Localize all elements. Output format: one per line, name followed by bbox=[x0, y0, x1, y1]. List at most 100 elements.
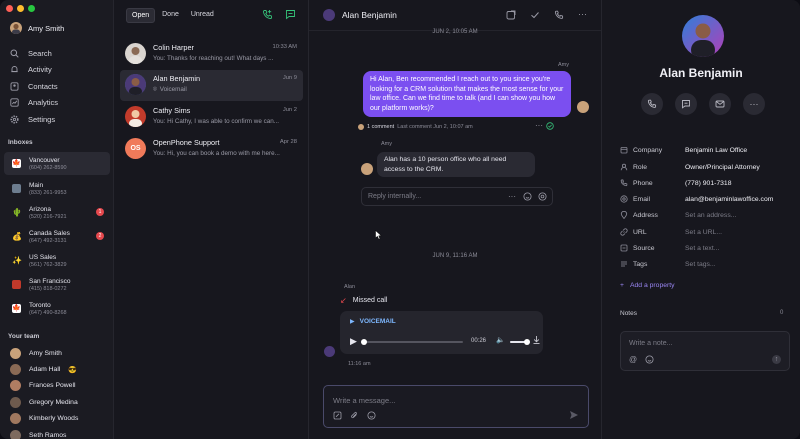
team-member[interactable]: Seth Ramos bbox=[10, 430, 66, 439]
field-email[interactable]: Email alan@benjaminlawoffice.com bbox=[620, 195, 773, 203]
emoji-icon[interactable] bbox=[367, 411, 376, 420]
inbox-phone: (647) 490-8268 bbox=[29, 309, 67, 316]
share-icon[interactable] bbox=[506, 10, 516, 20]
play-button[interactable]: ▶ bbox=[350, 336, 357, 347]
status-emoji: 😎 bbox=[68, 366, 78, 374]
paperclip-icon[interactable] bbox=[350, 411, 359, 420]
field-url[interactable]: URL Set a URL... bbox=[620, 228, 722, 236]
field-role[interactable]: Role Owner/Principal Attorney bbox=[620, 163, 760, 171]
nav-item-activity[interactable]: Activity bbox=[10, 62, 58, 79]
field-value[interactable]: Benjamin Law Office bbox=[685, 147, 747, 154]
comment-summary[interactable]: 1 comment Last comment Jun 2, 10:07 am bbox=[358, 124, 473, 130]
note-input[interactable]: Write a note... bbox=[629, 340, 672, 347]
field-value[interactable]: alan@benjaminlawoffice.com bbox=[685, 196, 773, 203]
call-button[interactable] bbox=[641, 93, 663, 115]
more-icon[interactable]: ··· bbox=[535, 121, 543, 130]
field-source[interactable]: Source Set a text... bbox=[620, 244, 719, 252]
checkmark-icon[interactable] bbox=[530, 10, 540, 20]
tab-open[interactable]: Open bbox=[126, 8, 156, 23]
volume-icon[interactable]: 🔈 bbox=[496, 336, 505, 344]
nav-item-settings[interactable]: Settings bbox=[10, 111, 58, 128]
note-composer[interactable]: Write a note... @ ↑ bbox=[620, 331, 790, 371]
emoji-icon[interactable] bbox=[523, 192, 532, 201]
message-button[interactable] bbox=[675, 93, 697, 115]
bell-icon bbox=[10, 65, 19, 74]
send-icon[interactable] bbox=[569, 410, 579, 420]
inbox-arizona[interactable]: 🌵 Arizona (520) 216-7921 1 bbox=[4, 201, 110, 224]
team-member[interactable]: Amy Smith bbox=[10, 348, 62, 359]
field-address[interactable]: Address Set an address... bbox=[620, 211, 736, 219]
maximize-window-button[interactable] bbox=[28, 5, 35, 12]
unread-badge: 2 bbox=[96, 232, 104, 240]
conversation-item[interactable]: Cathy Sims You: Hi Cathy, I was able to c… bbox=[120, 102, 303, 133]
tab-done[interactable]: Done bbox=[157, 8, 184, 23]
audio-scrubber[interactable] bbox=[361, 339, 463, 345]
more-button[interactable]: ··· bbox=[743, 93, 765, 115]
inbox-name: Arizona bbox=[29, 205, 52, 213]
field-value[interactable]: Set a URL... bbox=[685, 229, 722, 236]
chat-actions: ··· bbox=[506, 10, 587, 20]
nav-item-contacts[interactable]: Contacts bbox=[10, 78, 58, 95]
field-tags[interactable]: Tags Set tags... bbox=[620, 260, 716, 268]
nav-item-analytics[interactable]: Analytics bbox=[10, 95, 58, 112]
new-message-icon[interactable] bbox=[285, 9, 296, 20]
download-icon[interactable] bbox=[532, 335, 541, 345]
tab-unread[interactable]: Unread bbox=[186, 8, 219, 23]
inbox-main[interactable]: Main (833) 261-9953 bbox=[4, 177, 110, 200]
add-property-button[interactable]: + Add a property bbox=[620, 282, 675, 289]
snippet-icon[interactable] bbox=[333, 411, 342, 420]
avatar bbox=[10, 22, 22, 34]
volume-knob[interactable] bbox=[524, 339, 530, 345]
attachment-icon[interactable] bbox=[538, 192, 547, 201]
more-icon[interactable]: ··· bbox=[578, 10, 587, 20]
nav-item-search[interactable]: Search bbox=[10, 45, 58, 62]
inbox-canada-sales[interactable]: 💰 Canada Sales (647) 492-3131 2 bbox=[4, 225, 110, 248]
field-value[interactable]: (778) 901-7318 bbox=[685, 180, 731, 187]
reply-internally-input[interactable]: Reply internally... ··· bbox=[361, 187, 553, 206]
search-icon bbox=[10, 49, 19, 58]
inbox-san-francisco[interactable]: San Francisco (415) 818-0272 bbox=[4, 273, 110, 296]
conversation-item[interactable]: Colin Harper You: Thanks for reaching out… bbox=[120, 39, 303, 70]
field-value[interactable]: Set tags... bbox=[685, 261, 716, 268]
new-call-icon[interactable] bbox=[262, 9, 273, 20]
phone-icon[interactable] bbox=[554, 10, 564, 20]
field-value[interactable]: Owner/Principal Attorney bbox=[685, 164, 760, 171]
field-value[interactable]: Set an address... bbox=[685, 212, 736, 219]
field-label: Address bbox=[633, 211, 658, 219]
field-phone[interactable]: Phone (778) 901-7318 bbox=[620, 179, 731, 187]
chat-header: Alan Benjamin ··· bbox=[309, 0, 601, 31]
message-input[interactable]: Write a message... bbox=[333, 396, 395, 405]
team-member[interactable]: Kimberly Woods bbox=[10, 413, 78, 424]
team-member[interactable]: Gregory Medina bbox=[10, 397, 78, 408]
inbox-us-sales[interactable]: ✨ US Sales (561) 762-3829 bbox=[4, 249, 110, 272]
inbox-phone: (604) 262-8590 bbox=[29, 164, 67, 171]
message-preview: You: Hi, you can book a demo with me her… bbox=[153, 150, 280, 157]
team-member-name: Seth Ramos bbox=[29, 432, 67, 439]
conversation-item[interactable]: Alan Benjamin ⌾ Voicemail Jun 9 bbox=[120, 70, 303, 101]
team-member[interactable]: Frances Powell bbox=[10, 380, 75, 391]
resolve-icon[interactable] bbox=[546, 122, 554, 130]
scrubber-knob[interactable] bbox=[361, 339, 367, 345]
team-member[interactable]: Adam Hall 😎 bbox=[10, 364, 77, 375]
outgoing-message[interactable]: Hi Alan, Ben recommended I reach out to … bbox=[363, 71, 571, 118]
current-user[interactable]: Amy Smith bbox=[10, 22, 64, 34]
message-composer[interactable]: Write a message... bbox=[323, 385, 589, 428]
inbox-vancouver[interactable]: 🍁 Vancouver (604) 262-8590 bbox=[4, 152, 110, 175]
avatar bbox=[361, 163, 373, 175]
more-icon[interactable]: ··· bbox=[508, 192, 516, 201]
close-window-button[interactable] bbox=[6, 5, 13, 12]
internal-note[interactable]: Alan has a 10 person office who all need… bbox=[377, 152, 535, 177]
mention-icon[interactable]: @ bbox=[629, 355, 637, 364]
conversation-item[interactable]: OS OpenPhone Support You: Hi, you can boo… bbox=[120, 134, 303, 165]
inbox-toronto[interactable]: 🍁 Toronto (647) 490-8268 bbox=[4, 297, 110, 320]
email-button[interactable] bbox=[709, 93, 731, 115]
field-value[interactable]: Set a text... bbox=[685, 245, 719, 252]
field-company[interactable]: Company Benjamin Law Office bbox=[620, 146, 747, 154]
voicemail-card: ▶ VOICEMAIL ▶ 00:26 🔈 bbox=[340, 311, 543, 354]
link-icon bbox=[620, 228, 629, 236]
reply-placeholder: Reply internally... bbox=[368, 193, 422, 200]
minimize-window-button[interactable] bbox=[17, 5, 24, 12]
volume-slider[interactable] bbox=[510, 339, 530, 345]
send-note-button[interactable]: ↑ bbox=[772, 355, 781, 364]
emoji-icon[interactable] bbox=[645, 355, 654, 364]
